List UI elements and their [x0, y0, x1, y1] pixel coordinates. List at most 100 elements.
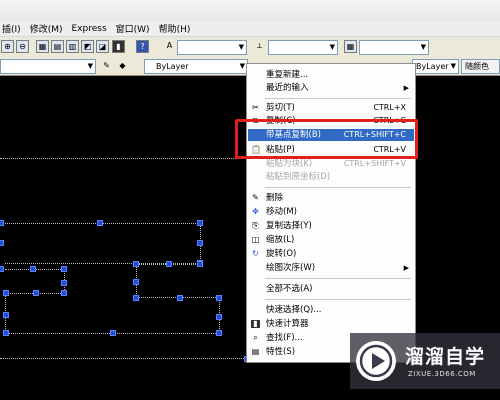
- menu-separator: [265, 98, 411, 99]
- context-menu: 重复新建... 最近的输入 ▶ ✂ 剪切(T) CTRL+X ⧉ 复制(C) C…: [246, 63, 416, 363]
- sheet-set-icon[interactable]: ◩: [81, 40, 94, 53]
- quickcalc-icon[interactable]: ▮: [112, 40, 125, 53]
- menu-item-recent-input[interactable]: 最近的输入 ▶: [248, 82, 414, 94]
- grip[interactable]: [61, 280, 67, 286]
- menu-help[interactable]: 帮助(H): [159, 22, 191, 35]
- grip[interactable]: [197, 220, 203, 226]
- grip[interactable]: [166, 261, 172, 267]
- menu-item-copy-selection[interactable]: ⎘ 复制选择(Y): [248, 220, 414, 232]
- menu-item-label: 全部不选(A): [266, 284, 313, 294]
- submenu-arrow-icon: ▶: [403, 264, 409, 272]
- menu-item-label: 粘贴到原坐标(D): [266, 172, 331, 182]
- menu-item-quickcalc[interactable]: ▮ 快速计算器: [248, 318, 414, 330]
- menu-item-label: 粘贴为块(K): [266, 159, 313, 169]
- table-style-icon[interactable]: ▦: [344, 40, 357, 53]
- menu-item-erase[interactable]: ✎ 删除: [248, 192, 414, 204]
- grip[interactable]: [61, 290, 67, 296]
- grip[interactable]: [110, 330, 116, 336]
- grip[interactable]: [216, 330, 222, 336]
- menu-window[interactable]: 窗口(W): [116, 22, 150, 35]
- design-center-icon[interactable]: ▤: [51, 40, 64, 53]
- layer-previous-icon[interactable]: ✎: [100, 60, 113, 73]
- grip[interactable]: [0, 240, 4, 246]
- menu-item-repeat-new[interactable]: 重复新建...: [248, 69, 414, 81]
- menu-separator: [265, 299, 411, 300]
- zoom-previous-icon[interactable]: ⊖: [16, 40, 29, 53]
- text-style-combo[interactable]: ▼: [177, 40, 247, 55]
- menu-separator: [265, 187, 411, 188]
- properties-icon: ▤: [251, 347, 260, 356]
- menu-item-label: 删除: [266, 193, 284, 203]
- lineweight-combo-value: ByLayer: [416, 62, 449, 71]
- grip[interactable]: [30, 266, 36, 272]
- menu-item-label: 缩放(L): [266, 235, 295, 245]
- menu-item-label: 快速选择(Q)...: [266, 305, 322, 315]
- grip[interactable]: [61, 266, 67, 272]
- make-current-icon[interactable]: ◆: [116, 60, 129, 73]
- menu-item-label: 最近的输入: [266, 83, 309, 93]
- menu-item-shortcut: CTRL+X: [373, 103, 406, 112]
- menu-item-quick-select[interactable]: 快速选择(Q)...: [248, 304, 414, 316]
- zoom-realtime-icon[interactable]: ⊕: [1, 40, 14, 53]
- plotstyle-combo[interactable]: 随颜色: [461, 59, 500, 74]
- standard-toolbar: ⊕ ⊖ ▦ ▤ ▥ ◩ ◪ ▮ ? A ▼ ⟂ ▼ ▦ ▼: [0, 37, 500, 59]
- color-combo[interactable]: ByLayer ▼: [144, 59, 248, 74]
- menu-item-deselect-all[interactable]: 全部不选(A): [248, 283, 414, 295]
- menu-item-scale[interactable]: ◫ 缩放(L): [248, 234, 414, 246]
- move-icon: ✥: [252, 207, 259, 216]
- menu-item-draw-order[interactable]: 绘图次序(W) ▶: [248, 262, 414, 274]
- watermark-subtitle: ZIXUE.3D66.COM: [408, 370, 476, 378]
- menu-bar: 插(I) 修改(M) Express 窗口(W) 帮助(H): [0, 21, 500, 37]
- grip[interactable]: [97, 220, 103, 226]
- eraser-icon: ✎: [252, 193, 259, 202]
- copy-selection-icon: ⎘: [252, 221, 259, 230]
- menu-item-label: 绘图次序(W): [266, 263, 316, 273]
- selection-line-top: [0, 158, 250, 159]
- watermark-title: 溜溜自学: [405, 346, 486, 368]
- dim-style-combo[interactable]: ▼: [268, 40, 338, 55]
- grip[interactable]: [3, 290, 9, 296]
- grip[interactable]: [216, 314, 222, 320]
- dim-style-icon[interactable]: ⟂: [253, 40, 266, 53]
- menu-item-label: 查找(F)...: [266, 333, 303, 343]
- tool-palettes-icon[interactable]: ▥: [66, 40, 79, 53]
- menu-modify[interactable]: 修改(M): [30, 22, 63, 35]
- menu-item-paste-original[interactable]: 粘贴到原坐标(D): [248, 171, 414, 183]
- rotate-icon: ↻: [252, 249, 259, 258]
- menu-item-label: 剪切(T): [266, 103, 295, 113]
- find-icon: ⌕: [253, 333, 258, 342]
- layer-combo[interactable]: ▼: [0, 59, 96, 74]
- grip[interactable]: [216, 295, 222, 301]
- grip[interactable]: [33, 290, 39, 296]
- grip[interactable]: [197, 240, 203, 246]
- scissors-icon: ✂: [252, 103, 259, 112]
- table-style-combo[interactable]: ▼: [359, 40, 429, 55]
- grip[interactable]: [133, 279, 139, 285]
- title-bar: [0, 0, 500, 21]
- grip[interactable]: [133, 295, 139, 301]
- lineweight-combo[interactable]: ByLayer ▼: [412, 59, 459, 74]
- menu-item-label: 快速计算器: [266, 319, 309, 329]
- menu-item-paste-as-block[interactable]: 粘贴为块(K) CTRL+SHIFT+V: [248, 158, 414, 170]
- menu-item-move[interactable]: ✥ 移动(M): [248, 206, 414, 218]
- menu-separator: [265, 278, 411, 279]
- grip[interactable]: [133, 261, 139, 267]
- scale-icon: ◫: [251, 235, 260, 244]
- menu-insert[interactable]: 插(I): [2, 22, 21, 35]
- menu-item-rotate[interactable]: ↻ 旋转(O): [248, 248, 414, 260]
- grip[interactable]: [177, 295, 183, 301]
- grip[interactable]: [197, 261, 203, 267]
- grip[interactable]: [0, 266, 4, 272]
- selection-line-bottom: [0, 358, 250, 359]
- grip[interactable]: [3, 330, 9, 336]
- text-style-icon[interactable]: A: [163, 40, 176, 53]
- properties-icon[interactable]: ▦: [36, 40, 49, 53]
- help-icon[interactable]: ?: [136, 40, 149, 53]
- menu-express[interactable]: Express: [71, 24, 106, 34]
- grip[interactable]: [0, 220, 4, 226]
- markup-icon[interactable]: ◪: [96, 40, 109, 53]
- calculator-icon: ▮: [251, 320, 260, 328]
- menu-item-cut[interactable]: ✂ 剪切(T) CTRL+X: [248, 102, 414, 114]
- grip[interactable]: [3, 312, 9, 318]
- menu-item-label: 复制选择(Y): [266, 221, 312, 231]
